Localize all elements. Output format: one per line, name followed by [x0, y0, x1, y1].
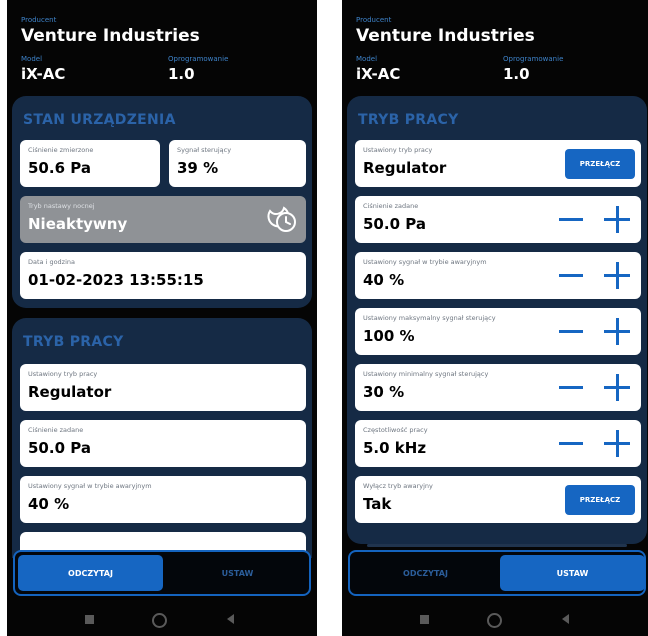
- back-icon[interactable]: [562, 614, 569, 624]
- minus-icon[interactable]: [559, 386, 583, 389]
- setting-row-value: Tak: [363, 495, 392, 513]
- value-stepper: [553, 316, 637, 346]
- setpoint-pressure-value: 50.0 Pa: [28, 439, 91, 457]
- read-set-tabbar: ODCZYTAJ USTAW: [13, 550, 311, 596]
- operating-mode-title: TRYB PRACY: [358, 112, 459, 128]
- control-signal-value: 39 %: [177, 159, 219, 177]
- producer-label: Producent: [21, 16, 57, 24]
- setting-row-value: 40 %: [363, 271, 405, 289]
- producer-label: Producent: [356, 16, 392, 24]
- setpoint-pressure-card: Ciśnienie zadane 50.0 Pa: [20, 420, 306, 467]
- emergency-signal-card: Ustawiony sygnał w trybie awaryjnym 40 %: [20, 476, 306, 523]
- value-stepper: [553, 204, 637, 234]
- measured-pressure-value: 50.6 Pa: [28, 159, 91, 177]
- device-info-header: Producent Venture Industries Model iX-AC…: [7, 0, 317, 92]
- recent-apps-icon[interactable]: [420, 615, 429, 624]
- setting-row-label: Ustawiony minimalny sygnał sterujący: [363, 370, 489, 378]
- setting-row-card: Ustawiony maksymalny sygnał sterujący 100…: [355, 308, 641, 355]
- control-signal-label: Sygnał sterujący: [177, 146, 232, 154]
- value-stepper: [553, 428, 637, 458]
- read-set-tabbar: ODCZYTAJ USTAW: [348, 550, 646, 596]
- setting-row-value: 30 %: [363, 383, 405, 401]
- firmware-value: 1.0: [503, 65, 530, 83]
- setting-row-card: Częstotliwość pracy 5.0 kHz: [355, 420, 641, 467]
- plus-icon-stem[interactable]: [615, 318, 619, 345]
- minus-icon[interactable]: [559, 442, 583, 445]
- setting-row-card: Ustawiony minimalny sygnał sterujący 30 %: [355, 364, 641, 411]
- home-icon[interactable]: [152, 613, 167, 628]
- emergency-signal-label: Ustawiony sygnał w trybie awaryjnym: [28, 482, 152, 490]
- setting-row-card: Ustawiony tryb pracy Regulator PRZEŁĄCZ: [355, 140, 641, 187]
- tab-read[interactable]: ODCZYTAJ: [18, 555, 163, 591]
- back-icon[interactable]: [227, 614, 234, 624]
- model-value: iX-AC: [21, 65, 66, 83]
- android-navbar: [7, 606, 317, 636]
- minus-icon[interactable]: [559, 274, 583, 277]
- firmware-label: Oprogramowanie: [168, 55, 229, 63]
- setting-row-label: Ciśnienie zadane: [363, 202, 419, 210]
- setting-row-label: Wyłącz tryb awaryjny: [363, 482, 433, 490]
- night-schedule-icon: [267, 206, 296, 232]
- device-status-title: STAN URZĄDZENIA: [23, 112, 176, 128]
- operating-mode-card: Ustawiony tryb pracy Regulator: [20, 364, 306, 411]
- device-status-section: STAN URZĄDZENIA Ciśnienie zmierzone 50.6…: [12, 96, 312, 308]
- setting-row-label: Częstotliwość pracy: [363, 426, 428, 434]
- plus-icon-stem[interactable]: [615, 430, 619, 457]
- minus-icon[interactable]: [559, 218, 583, 221]
- plus-icon-stem[interactable]: [615, 374, 619, 401]
- setting-row-label: Ustawiony tryb pracy: [363, 146, 433, 154]
- model-value: iX-AC: [356, 65, 401, 83]
- setting-row-value: Regulator: [363, 159, 447, 177]
- switch-button[interactable]: PRZEŁĄCZ: [565, 485, 635, 515]
- night-mode-label: Tryb nastawy nocnej: [28, 202, 95, 210]
- producer-name: Venture Industries: [356, 26, 535, 46]
- tab-set[interactable]: USTAW: [500, 555, 645, 591]
- device-info-header: Producent Venture Industries Model iX-AC…: [342, 0, 648, 92]
- model-label: Model: [21, 55, 43, 63]
- emergency-signal-value: 40 %: [28, 495, 70, 513]
- operating-mode-title: TRYB PRACY: [23, 334, 124, 350]
- value-stepper: [553, 260, 637, 290]
- setting-row-card: Wyłącz tryb awaryjny Tak PRZEŁĄCZ: [355, 476, 641, 523]
- control-signal-card: Sygnał sterujący 39 %: [169, 140, 306, 187]
- measured-pressure-card: Ciśnienie zmierzone 50.6 Pa: [20, 140, 160, 187]
- night-mode-value: Nieaktywny: [28, 215, 128, 233]
- plus-icon-stem[interactable]: [615, 262, 619, 289]
- right-phone-screen: Producent Venture Industries Model iX-AC…: [342, 0, 648, 636]
- setting-row-card: Ciśnienie zadane 50.0 Pa: [355, 196, 641, 243]
- firmware-label: Oprogramowanie: [503, 55, 564, 63]
- left-phone-screen: Producent Venture Industries Model iX-AC…: [7, 0, 317, 636]
- datetime-card: Data i godzina 01-02-2023 13:55:15: [20, 252, 306, 299]
- setting-row-card: Ustawiony sygnał w trybie awaryjnym 40 %: [355, 252, 641, 299]
- producer-name: Venture Industries: [21, 26, 200, 46]
- model-label: Model: [356, 55, 378, 63]
- setting-row-value: 5.0 kHz: [363, 439, 427, 457]
- setting-row-value: 50.0 Pa: [363, 215, 426, 233]
- value-stepper: [553, 372, 637, 402]
- setting-row-label: Ustawiony maksymalny sygnał sterujący: [363, 314, 496, 322]
- tab-set[interactable]: USTAW: [165, 555, 310, 591]
- switch-button[interactable]: PRZEŁĄCZ: [565, 149, 635, 179]
- android-navbar: [342, 606, 648, 636]
- datetime-label: Data i godzina: [28, 258, 76, 266]
- measured-pressure-label: Ciśnienie zmierzone: [28, 146, 94, 154]
- firmware-value: 1.0: [168, 65, 195, 83]
- operating-mode-label: Ustawiony tryb pracy: [28, 370, 98, 378]
- tab-read[interactable]: ODCZYTAJ: [353, 555, 498, 591]
- recent-apps-icon[interactable]: [85, 615, 94, 624]
- home-icon[interactable]: [487, 613, 502, 628]
- setting-row-label: Ustawiony sygnał w trybie awaryjnym: [363, 258, 487, 266]
- operating-mode-section: TRYB PRACY Ustawiony tryb pracy Regulato…: [12, 318, 312, 558]
- night-mode-card: Tryb nastawy nocnej Nieaktywny: [20, 196, 306, 243]
- operating-mode-settings-section: TRYB PRACY Ustawiony tryb pracy Regulator…: [347, 96, 647, 544]
- scroll-edge-indicator: [367, 544, 627, 547]
- datetime-value: 01-02-2023 13:55:15: [28, 271, 204, 289]
- setting-row-value: 100 %: [363, 327, 415, 345]
- plus-icon-stem[interactable]: [615, 206, 619, 233]
- setpoint-pressure-label: Ciśnienie zadane: [28, 426, 84, 434]
- operating-mode-value: Regulator: [28, 383, 112, 401]
- minus-icon[interactable]: [559, 330, 583, 333]
